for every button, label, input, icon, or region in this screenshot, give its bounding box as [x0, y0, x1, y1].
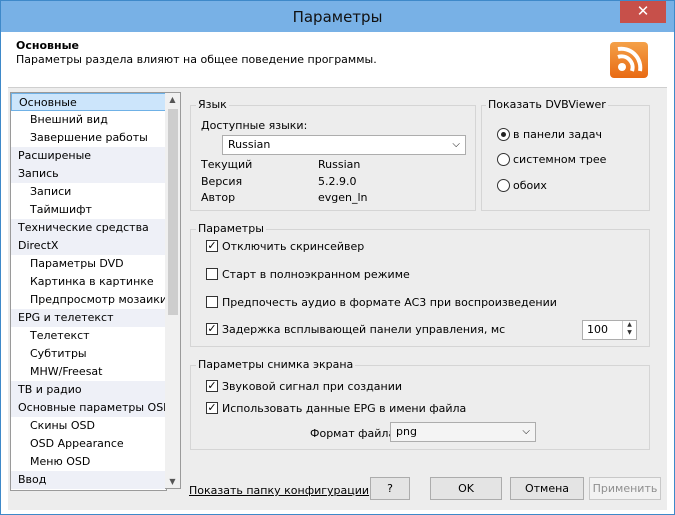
chevron-down-icon: ⌵ — [452, 139, 460, 150]
tree-item[interactable]: ТВ и радио — [11, 381, 166, 399]
tree-scrollbar[interactable]: ▲ ▼ — [165, 92, 181, 489]
stepper-up-icon[interactable]: ▲ — [627, 321, 632, 328]
tree-item[interactable]: Телетекст — [11, 327, 166, 345]
tree-item[interactable]: Основные — [11, 93, 166, 111]
scroll-thumb[interactable] — [168, 109, 178, 315]
dialog-body: Основные Параметры раздела влияют на общ… — [8, 32, 667, 510]
prefer-ac3-label[interactable]: Предпочесть аудио в формате AC3 при восп… — [222, 296, 557, 309]
current-value: Russian — [318, 158, 361, 171]
tree-item[interactable]: Записи — [11, 183, 166, 201]
tree-item[interactable]: OSD Appearance — [11, 435, 166, 453]
tree-item[interactable]: Параметры DVD — [11, 255, 166, 273]
radio-tray-label[interactable]: системном трее — [513, 153, 606, 166]
tree-item[interactable]: Меню OSD — [11, 453, 166, 471]
fullscreen-start-checkbox[interactable] — [206, 268, 218, 280]
scroll-up-icon[interactable]: ▲ — [165, 95, 180, 104]
cancel-button[interactable]: Отмена — [510, 477, 584, 500]
sound-label[interactable]: Звуковой сигнал при создании — [222, 380, 402, 393]
prefer-ac3-checkbox[interactable] — [206, 296, 218, 308]
popup-delay-checkbox[interactable]: ✓ — [206, 323, 218, 335]
version-label: Версия — [201, 175, 243, 188]
stepper-buttons[interactable]: ▲ ▼ — [622, 321, 636, 339]
available-languages-label: Доступные языки: — [201, 119, 308, 132]
popup-delay-stepper[interactable]: 100 ▲ ▼ — [582, 320, 637, 340]
radio-both-label[interactable]: обоих — [513, 179, 547, 192]
radio-taskbar[interactable] — [497, 128, 510, 141]
screenshot-group-title: Параметры снимка экрана — [196, 358, 356, 371]
version-value: 5.2.9.0 — [318, 175, 357, 188]
tree-item[interactable]: Завершение работы — [11, 129, 166, 147]
author-value: evgen_ln — [318, 191, 368, 204]
page-header: Основные Параметры раздела влияют на общ… — [8, 32, 667, 88]
tree-item[interactable]: Технические средства — [11, 219, 166, 237]
tree-item[interactable]: Скины OSD — [11, 417, 166, 435]
tree-item[interactable]: Ввод — [11, 471, 166, 489]
tree-item[interactable]: EPG и телетекст — [11, 309, 166, 327]
author-label: Автор — [201, 191, 236, 204]
chevron-down-icon: ⌵ — [522, 426, 530, 437]
apply-button: Применить — [589, 477, 661, 500]
show-dvbviewer-title: Показать DVBViewer — [486, 98, 608, 111]
radio-both[interactable] — [497, 179, 510, 192]
language-group-title: Язык — [196, 98, 229, 111]
tree-item[interactable]: Таймшифт — [11, 201, 166, 219]
epg-name-label[interactable]: Использовать данные EPG в имени файла — [222, 402, 466, 415]
file-format-select[interactable]: png ⌵ — [390, 422, 536, 442]
tree-item[interactable]: Картинка в картинке — [11, 273, 166, 291]
tree-item[interactable]: Предпросмотр мозаики — [11, 291, 166, 309]
show-config-folder-link[interactable]: Показать папку конфигурации — [189, 484, 369, 497]
help-button[interactable]: ? — [370, 477, 410, 500]
tree-item[interactable]: DirectX — [11, 237, 166, 255]
current-label: Текущий — [201, 158, 253, 171]
rss-icon — [610, 42, 648, 78]
language-select[interactable]: Russian ⌵ — [222, 135, 466, 155]
disable-screensaver-label[interactable]: Отключить скринсейвер — [222, 240, 364, 253]
parameters-group-title: Параметры — [196, 222, 266, 235]
sound-checkbox[interactable]: ✓ — [206, 380, 218, 392]
tree-item[interactable]: Внешний вид — [11, 111, 166, 129]
popup-delay-label[interactable]: Задержка всплывающей панели управления, … — [222, 323, 505, 336]
title-bar[interactable]: Параметры ✕ — [1, 1, 674, 32]
ok-button[interactable]: OK — [430, 477, 502, 500]
file-format-value: png — [396, 425, 417, 438]
fullscreen-start-label[interactable]: Старт в полноэкранном режиме — [222, 268, 410, 281]
radio-taskbar-label[interactable]: в панели задач — [513, 128, 602, 141]
disable-screensaver-checkbox[interactable]: ✓ — [206, 240, 218, 252]
epg-name-checkbox[interactable]: ✓ — [206, 402, 218, 414]
category-tree[interactable]: Основные Внешний вид Завершение работы Расш… — [10, 92, 167, 491]
tree-item[interactable]: Основные параметры OSD — [11, 399, 166, 417]
tree-item[interactable]: MHW/Freesat — [11, 363, 166, 381]
language-select-value: Russian — [228, 138, 271, 151]
close-button[interactable]: ✕ — [620, 1, 666, 23]
radio-tray[interactable] — [497, 153, 510, 166]
file-format-label: Формат файла: — [310, 427, 399, 440]
page-title: Основные — [16, 39, 79, 52]
scroll-down-icon[interactable]: ▼ — [165, 477, 180, 486]
tree-item[interactable]: Расширеные — [11, 147, 166, 165]
settings-window: Параметры ✕ Основные Параметры раздела в… — [0, 0, 675, 515]
tree-item[interactable]: Запись — [11, 165, 166, 183]
window-title: Параметры — [292, 8, 383, 26]
page-subtitle: Параметры раздела влияют на общее поведе… — [16, 53, 377, 66]
tree-item[interactable]: Субтитры — [11, 345, 166, 363]
stepper-down-icon[interactable]: ▼ — [627, 329, 632, 336]
popup-delay-value[interactable]: 100 — [587, 323, 608, 336]
